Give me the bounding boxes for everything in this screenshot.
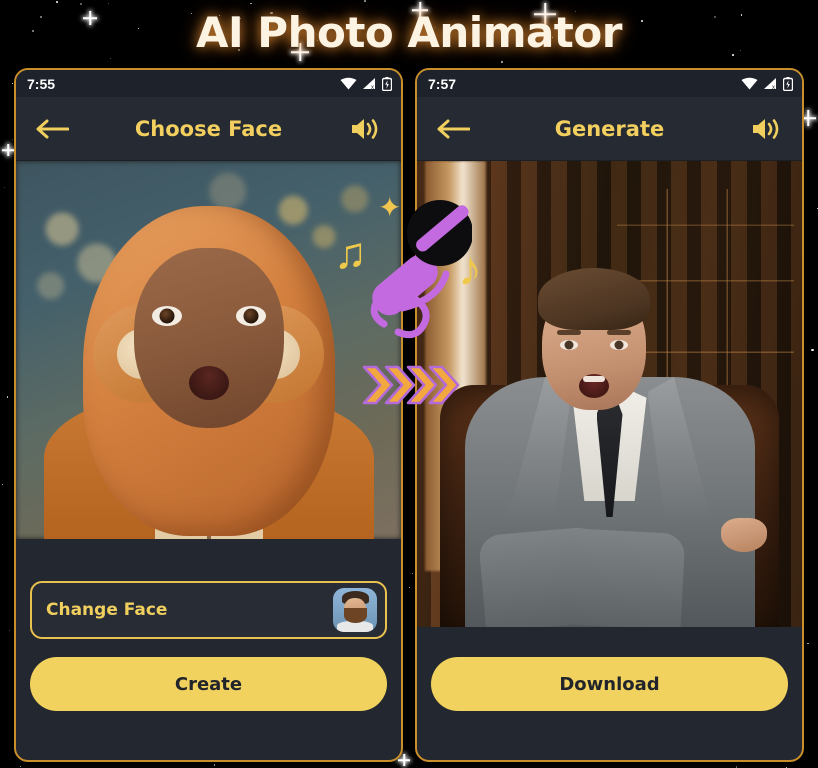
change-face-label: Change Face: [46, 600, 168, 620]
controls-right: Download: [417, 657, 802, 711]
screen-title: Generate: [554, 116, 665, 141]
status-time: 7:57: [428, 75, 457, 92]
man-mouth: [579, 374, 610, 399]
man-suit-photo: [417, 161, 802, 627]
phone-screen-generate: 7:57 x Generate Download: [415, 68, 804, 762]
battery-charging-icon: [382, 76, 392, 91]
status-bar: 7:57 x: [417, 70, 802, 97]
suit-jacket: [464, 377, 755, 627]
child-eye-left: [151, 305, 182, 326]
sound-toggle-button[interactable]: [345, 115, 385, 143]
signal-icon: x: [764, 78, 776, 90]
back-arrow-icon: [36, 119, 69, 138]
back-button[interactable]: [32, 118, 72, 140]
screen-title: Choose Face: [134, 116, 283, 141]
app-bar: Choose Face: [16, 97, 401, 161]
man-face: [538, 268, 651, 411]
wifi-icon: [340, 77, 357, 90]
status-time: 7:55: [27, 75, 56, 92]
create-button[interactable]: Create: [30, 657, 387, 711]
speaker-icon: [352, 118, 378, 139]
face-thumbnail[interactable]: [333, 588, 377, 632]
man-eye-left: [560, 340, 579, 351]
status-icons: x: [741, 76, 793, 91]
wifi-icon: [741, 77, 758, 90]
svg-text:x: x: [772, 85, 775, 90]
battery-charging-icon: [783, 76, 793, 91]
child-mouth: [188, 365, 229, 400]
man-eye-right: [610, 340, 629, 351]
change-face-button[interactable]: Change Face: [30, 581, 387, 639]
media-container-left: [16, 161, 401, 539]
controls-left: Change Face Create: [16, 581, 401, 711]
svg-text:x: x: [371, 85, 374, 90]
sound-toggle-button[interactable]: [746, 115, 786, 143]
download-button[interactable]: Download: [431, 657, 788, 711]
app-bar: Generate: [417, 97, 802, 161]
man-hair: [538, 268, 651, 331]
page-title: AI Photo Animator: [196, 8, 622, 57]
speaker-icon: [753, 118, 779, 139]
status-bar: 7:55 x: [16, 70, 401, 97]
lapel-right: [647, 377, 714, 527]
source-photo[interactable]: [16, 161, 401, 539]
leg-right: [560, 527, 686, 627]
phone-screen-choose-face: 7:55 x Choose Face Change Face Create: [14, 68, 403, 762]
man-brow-right: [607, 330, 632, 336]
child-bear-costume-photo: [16, 161, 401, 539]
status-icons: x: [340, 76, 392, 91]
child-eye-right: [235, 305, 266, 326]
back-arrow-icon: [437, 119, 470, 138]
generated-photo[interactable]: [417, 161, 802, 627]
man-brow-left: [557, 330, 582, 336]
signal-icon: x: [363, 78, 375, 90]
media-container-right: [417, 161, 802, 627]
child-face: [133, 247, 284, 428]
back-button[interactable]: [433, 118, 473, 140]
